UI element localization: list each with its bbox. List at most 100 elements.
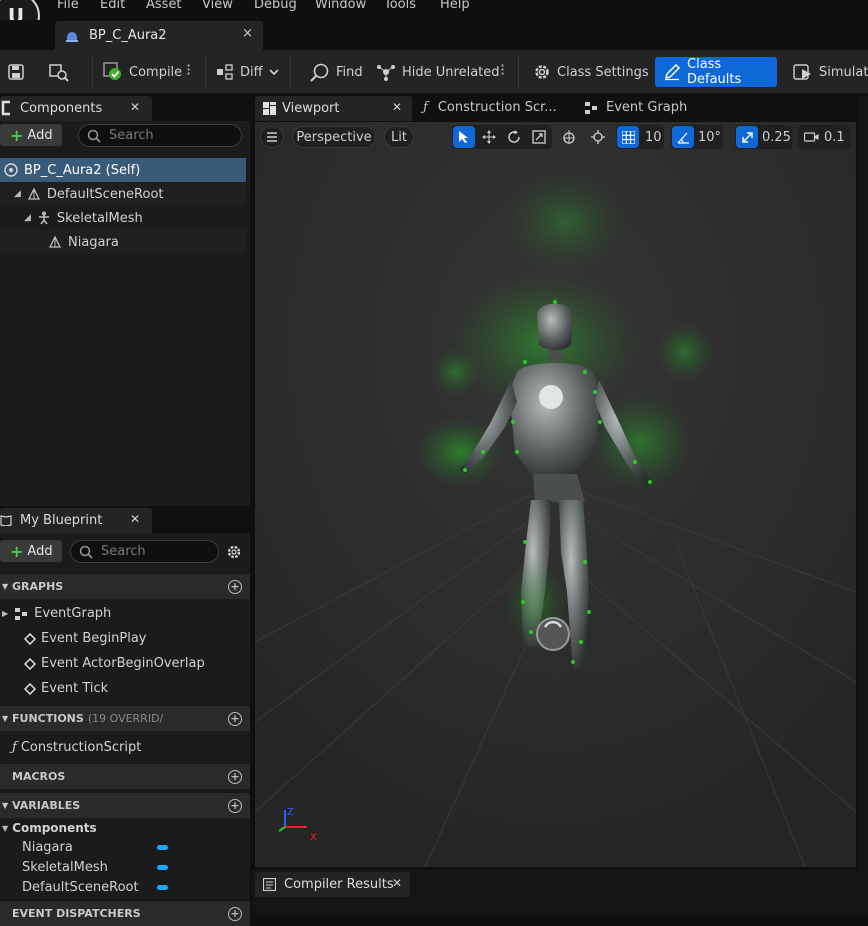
select-mode-icon[interactable] <box>453 126 475 148</box>
compile-success-icon <box>103 62 123 82</box>
tree-item-default-scene-root[interactable]: ◢ DefaultSceneRoot <box>0 182 246 206</box>
expand-arrow-icon: ◢ <box>24 213 31 223</box>
find-icon <box>310 62 330 82</box>
add-variable-icon[interactable]: + <box>228 798 242 813</box>
scale-snap-group[interactable]: 0.25 <box>735 125 792 149</box>
close-icon[interactable]: ✕ <box>130 512 140 526</box>
event-graph-tab[interactable]: Event Graph <box>584 100 687 115</box>
close-icon[interactable]: ✕ <box>392 100 402 114</box>
simulation-button[interactable]: Simulation <box>793 57 868 87</box>
rotation-snap-group[interactable]: 10° <box>671 125 723 149</box>
perspective-button[interactable]: Perspective <box>292 126 376 148</box>
find-button[interactable]: Find <box>310 57 363 87</box>
plus-icon: + <box>10 125 24 145</box>
graph-item-actorbeginoverlap[interactable]: Event ActorBeginOverlap <box>0 651 250 676</box>
axis-z-label: Z <box>287 807 294 818</box>
menu-help[interactable]: Help <box>440 0 470 12</box>
menu-window[interactable]: Window <box>315 0 366 12</box>
camera-speed-group[interactable]: 0.1 <box>798 125 850 149</box>
class-defaults-label: Class Defaults <box>687 57 742 87</box>
variable-item-skeletalmesh[interactable]: SkeletalMesh <box>0 857 250 877</box>
compiler-results-tab[interactable]: Compiler Results ✕ <box>255 872 410 897</box>
compile-button[interactable]: Compile <box>103 57 182 87</box>
graph-item-beginplay[interactable]: Event BeginPlay <box>0 626 250 651</box>
variable-group-components[interactable]: ▼ Components <box>0 818 250 838</box>
macros-category[interactable]: MACROS + <box>0 763 250 789</box>
surface-snapping-icon[interactable] <box>587 126 609 148</box>
tree-item-self[interactable]: BP_C_Aura2 (Self) <box>0 158 246 182</box>
class-defaults-button[interactable]: Class Defaults <box>655 57 777 87</box>
lit-mode-button[interactable]: Lit <box>384 126 414 148</box>
save-icon[interactable] <box>6 62 26 82</box>
close-icon[interactable]: ✕ <box>392 876 402 890</box>
add-graph-icon[interactable]: + <box>228 579 242 594</box>
components-tab[interactable]: Components ✕ <box>0 96 152 121</box>
variable-type-pill <box>157 844 168 850</box>
browse-asset-icon[interactable] <box>48 61 70 83</box>
my-blueprint-search-input[interactable]: Search <box>70 540 219 563</box>
grid-snap-group[interactable]: 10 <box>616 125 664 149</box>
menu-tools[interactable]: Tools <box>384 0 416 12</box>
viewport-tab[interactable]: Viewport ✕ <box>255 96 412 121</box>
class-settings-button[interactable]: Class Settings <box>533 57 649 87</box>
graph-item-tick[interactable]: Event Tick <box>0 676 250 701</box>
add-component-button[interactable]: + Add <box>0 124 62 146</box>
add-macro-icon[interactable]: + <box>228 769 242 784</box>
scale-snap-icon[interactable] <box>736 126 758 148</box>
menu-view[interactable]: View <box>202 0 233 12</box>
compile-options-icon[interactable]: · · · <box>186 58 191 82</box>
graph-item-eventgraph[interactable]: ▶ EventGraph <box>0 601 250 626</box>
grid-snap-icon[interactable] <box>617 126 639 148</box>
close-icon[interactable]: × <box>242 26 253 41</box>
components-search-input[interactable]: Search <box>78 124 242 147</box>
menu-file[interactable]: File <box>57 0 79 12</box>
asset-tab[interactable]: BP_C_Aura2 × <box>55 21 263 50</box>
hide-unrelated-options-icon[interactable]: · · · <box>500 58 505 82</box>
add-dispatcher-icon[interactable]: + <box>228 906 242 921</box>
viewport-tab-label: Viewport <box>282 101 340 116</box>
add-member-button[interactable]: + Add <box>0 540 62 562</box>
functions-category[interactable]: ▼ FUNCTIONS (19 OVERRID/ + <box>0 705 250 731</box>
event-dispatchers-category[interactable]: EVENT DISPATCHERS + <box>0 900 250 926</box>
menu-asset[interactable]: Asset <box>146 0 182 12</box>
components-search-placeholder: Search <box>109 128 154 143</box>
toolbar-separator <box>518 56 519 88</box>
scene-component-icon <box>27 187 41 201</box>
function-item-constructionscript[interactable]: ƒ ConstructionScript <box>0 735 250 760</box>
collapse-arrow-icon: ▼ <box>2 582 9 591</box>
variables-category[interactable]: ▼ VARIABLES + <box>0 792 250 818</box>
construction-script-tab[interactable]: ƒ Construction Scr... <box>423 100 557 115</box>
menu-debug[interactable]: Debug <box>254 0 297 12</box>
viewport-options-button[interactable] <box>260 126 284 148</box>
hide-unrelated-button[interactable]: Hide Unrelated <box>376 57 500 87</box>
viewport-3d[interactable]: Z X <box>255 122 856 867</box>
variable-item-label: SkeletalMesh <box>22 859 108 875</box>
plus-icon: + <box>10 541 24 561</box>
chevron-down-icon <box>269 68 279 76</box>
simulation-label: Simulation <box>819 64 868 80</box>
graphs-category[interactable]: ▼ GRAPHS + <box>0 573 250 599</box>
diff-button[interactable]: Diff <box>216 57 279 87</box>
rotation-snap-icon[interactable] <box>672 126 694 148</box>
scale-icon[interactable] <box>528 126 550 148</box>
graph-item-label: Event Tick <box>41 681 109 696</box>
event-dispatchers-header: EVENT DISPATCHERS <box>12 907 141 920</box>
variable-item-niagara[interactable]: Niagara <box>0 837 250 857</box>
transform-tools-group <box>452 125 552 149</box>
tree-item-niagara[interactable]: Niagara <box>0 230 246 254</box>
my-blueprint-tab[interactable]: My Blueprint ✕ <box>0 508 152 533</box>
event-icon <box>24 657 36 670</box>
menu-edit[interactable]: Edit <box>100 0 125 12</box>
translate-icon[interactable] <box>478 126 500 148</box>
graphs-header: GRAPHS <box>12 580 64 593</box>
gear-icon[interactable] <box>226 544 242 560</box>
world-local-icon[interactable] <box>558 126 580 148</box>
diff-label: Diff <box>240 64 263 80</box>
variable-item-defaultsceneroot[interactable]: DefaultSceneRoot <box>0 877 250 897</box>
graph-item-label: EventGraph <box>34 606 112 621</box>
close-icon[interactable]: ✕ <box>130 100 140 114</box>
tree-item-skeletal-mesh[interactable]: ◢ SkeletalMesh <box>0 206 246 230</box>
add-function-icon[interactable]: + <box>228 711 242 726</box>
blueprint-asset-icon <box>65 29 79 43</box>
rotate-icon[interactable] <box>503 126 525 148</box>
